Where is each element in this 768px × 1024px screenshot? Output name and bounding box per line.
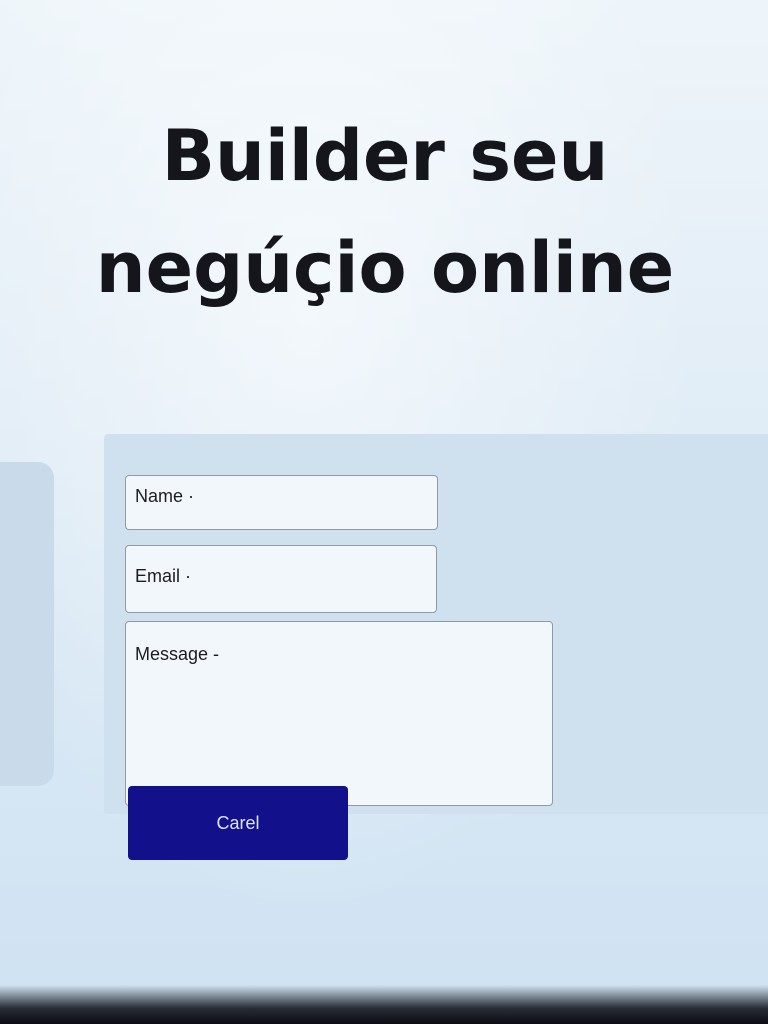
hero-title: Builder seu negúçio online: [40, 100, 730, 324]
message-field-label: Message -: [135, 644, 220, 664]
submit-button[interactable]: Carel: [128, 786, 348, 860]
hero-title-line-1: Builder seu: [161, 115, 609, 197]
email-field-label: Email ·: [135, 566, 192, 586]
name-input[interactable]: Name ·: [125, 475, 438, 530]
side-panel: [0, 462, 54, 786]
hero-title-line-2: negúçio online: [95, 227, 675, 309]
message-textarea[interactable]: Message -: [125, 621, 553, 806]
monitor-bezel: [0, 985, 768, 1024]
name-field-label: Name ·: [135, 486, 195, 506]
email-input[interactable]: Email ·: [125, 545, 437, 613]
